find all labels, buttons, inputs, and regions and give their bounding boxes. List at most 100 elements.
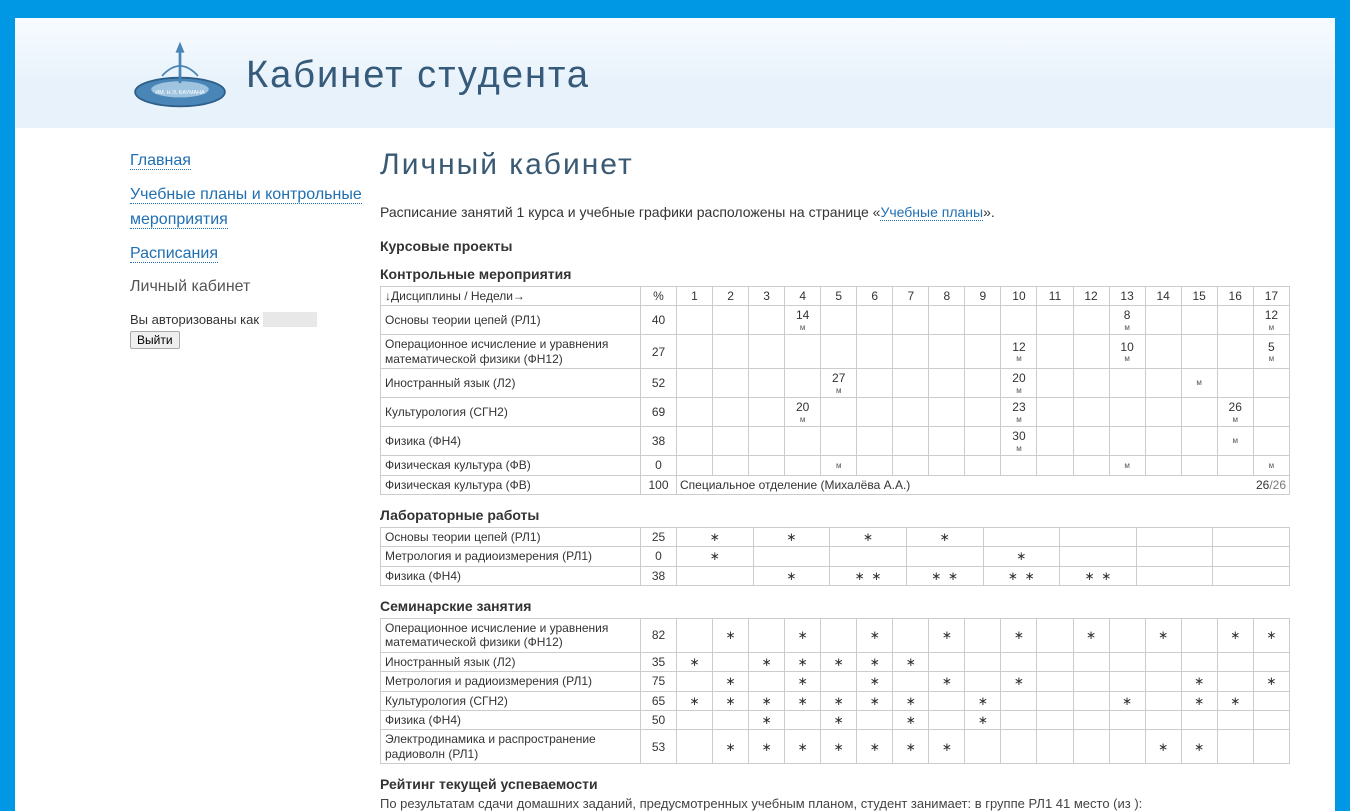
- week-cell: [1145, 456, 1181, 475]
- week-cell: 12м: [1001, 335, 1037, 369]
- week-cell: [677, 566, 754, 585]
- week-cell: [965, 652, 1001, 671]
- week-cell: [1145, 711, 1181, 730]
- header-week: 13: [1109, 287, 1145, 306]
- week-cell: ∗: [749, 652, 785, 671]
- svg-text:ИМ. Н.Э. БАУМАНА: ИМ. Н.Э. БАУМАНА: [155, 90, 205, 96]
- week-cell: [749, 672, 785, 691]
- week-cell: [677, 369, 713, 398]
- week-cell: [677, 619, 713, 653]
- row-label: Физика (ФН4): [381, 711, 641, 730]
- week-cell: [929, 398, 965, 427]
- week-cell: [713, 427, 749, 456]
- week-cell: [1001, 652, 1037, 671]
- week-cell: [785, 427, 821, 456]
- logout-button[interactable]: Выйти: [130, 331, 180, 349]
- intro-link[interactable]: Учебные планы: [880, 204, 983, 221]
- week-cell: ∗: [753, 566, 830, 585]
- week-cell: ∗: [857, 652, 893, 671]
- seminar-table: Операционное исчисление и уравнения мате…: [380, 618, 1290, 764]
- table-row: Основы теории цепей (РЛ1)25∗∗∗∗: [381, 527, 1290, 546]
- week-cell: [821, 619, 857, 653]
- week-cell: ∗: [929, 619, 965, 653]
- row-label: Метрология и радиоизмерения (РЛ1): [381, 547, 641, 566]
- row-label: Иностранный язык (Л2): [381, 652, 641, 671]
- nav-schedule[interactable]: Расписания: [130, 245, 218, 263]
- week-cell: [1073, 456, 1109, 475]
- week-cell: [929, 306, 965, 335]
- row-pct: 69: [641, 398, 677, 427]
- header-week: 17: [1253, 287, 1289, 306]
- row-pct: 82: [641, 619, 677, 653]
- special-row: Физическая культура (ФВ)100Специальное о…: [381, 475, 1290, 494]
- week-cell: [1037, 691, 1073, 710]
- row-label: Физика (ФН4): [381, 566, 641, 585]
- header-week: 7: [893, 287, 929, 306]
- week-cell: [1037, 306, 1073, 335]
- week-cell: ∗: [929, 672, 965, 691]
- week-cell: [1037, 730, 1073, 764]
- week-cell: [1001, 711, 1037, 730]
- header-week: 11: [1037, 287, 1073, 306]
- week-cell: ∗: [677, 547, 754, 566]
- week-cell: [713, 652, 749, 671]
- row-pct: 38: [641, 566, 677, 585]
- week-cell: ∗: [929, 730, 965, 764]
- week-cell: [929, 652, 965, 671]
- week-cell: [1109, 652, 1145, 671]
- table-row: Физика (ФН4)38∗∗ ∗∗ ∗∗ ∗∗ ∗: [381, 566, 1290, 585]
- week-cell: [983, 527, 1060, 546]
- week-cell: [785, 711, 821, 730]
- week-cell: [1213, 547, 1290, 566]
- week-cell: [1060, 547, 1137, 566]
- section-coursework: Курсовые проекты: [380, 238, 1290, 254]
- page-header: ИМ. Н.Э. БАУМАНА Кабинет студента: [15, 18, 1335, 128]
- control-table: ↓Дисциплины / Недели→%123456789101112131…: [380, 286, 1290, 495]
- week-cell: ∗: [1253, 672, 1289, 691]
- week-cell: м: [1253, 456, 1289, 475]
- week-cell: ∗ ∗: [830, 566, 907, 585]
- row-pct: 52: [641, 369, 677, 398]
- week-cell: [965, 672, 1001, 691]
- week-cell: [893, 369, 929, 398]
- week-cell: ∗: [893, 652, 929, 671]
- week-cell: [1217, 711, 1253, 730]
- nav-home[interactable]: Главная: [130, 152, 191, 170]
- week-cell: ∗: [830, 527, 907, 546]
- week-cell: [1217, 335, 1253, 369]
- week-cell: [677, 672, 713, 691]
- nav-plans[interactable]: Учебные планы и контрольные мероприятия: [130, 186, 362, 230]
- row-pct: 25: [641, 527, 677, 546]
- week-cell: [1073, 369, 1109, 398]
- week-cell: [1073, 306, 1109, 335]
- week-cell: [749, 427, 785, 456]
- week-cell: ∗: [713, 672, 749, 691]
- week-cell: [713, 398, 749, 427]
- week-cell: [1073, 652, 1109, 671]
- week-cell: [1181, 652, 1217, 671]
- week-cell: [1217, 306, 1253, 335]
- header-week: 2: [713, 287, 749, 306]
- row-label: Операционное исчисление и уравнения мате…: [381, 619, 641, 653]
- sidebar: Главная Учебные планы и контрольные меро…: [130, 148, 380, 811]
- week-cell: [1145, 398, 1181, 427]
- week-cell: [749, 335, 785, 369]
- week-cell: [929, 456, 965, 475]
- header-week: 4: [785, 287, 821, 306]
- week-cell: [1181, 398, 1217, 427]
- week-cell: ∗: [677, 691, 713, 710]
- week-cell: [893, 427, 929, 456]
- row-label: Физика (ФН4): [381, 427, 641, 456]
- week-cell: [1037, 672, 1073, 691]
- table-row: Метрология и радиоизмерения (РЛ1)75∗∗∗∗∗…: [381, 672, 1290, 691]
- week-cell: [857, 456, 893, 475]
- week-cell: ∗: [893, 711, 929, 730]
- week-cell: ∗: [1073, 619, 1109, 653]
- section-lab: Лабораторные работы: [380, 507, 1290, 523]
- university-logo: ИМ. Н.Э. БАУМАНА: [130, 40, 230, 110]
- week-cell: [1109, 619, 1145, 653]
- week-cell: [1181, 427, 1217, 456]
- week-cell: ∗: [1001, 619, 1037, 653]
- week-cell: 10м: [1109, 335, 1145, 369]
- week-cell: [749, 456, 785, 475]
